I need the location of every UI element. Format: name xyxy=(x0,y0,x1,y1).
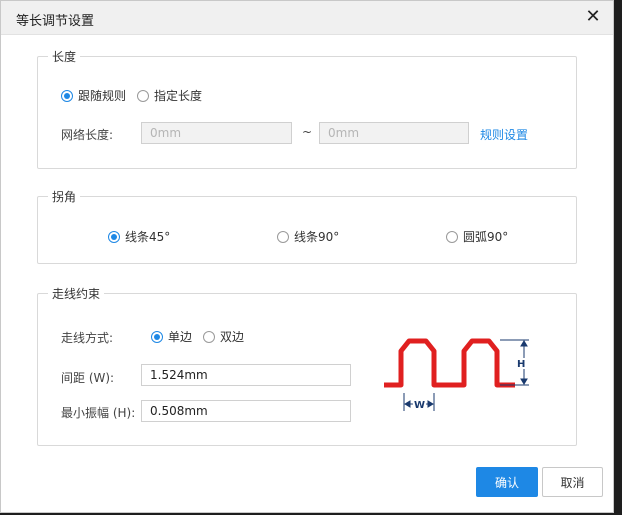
length-group-legend: 长度 xyxy=(52,50,77,64)
dialog-title: 等长调节设置 xyxy=(16,14,95,29)
radio-specify-length-label: 指定长度 xyxy=(154,89,203,103)
serpentine-trace-line xyxy=(384,338,515,388)
radio-follow-rule-label: 跟随规则 xyxy=(78,89,127,103)
gap-input[interactable] xyxy=(141,364,351,386)
routing-mode-label: 走线方式: xyxy=(61,331,114,345)
radio-corner-line-90-label: 线条90° xyxy=(294,230,340,244)
radio-corner-arc-90[interactable]: 圆弧90° xyxy=(446,228,508,245)
radio-double-side[interactable]: 双边 xyxy=(203,328,244,345)
routing-constraint-group-legend: 走线约束 xyxy=(52,287,101,301)
width-dimension-label: W xyxy=(414,400,425,411)
cancel-button[interactable]: 取消 xyxy=(542,467,603,497)
radio-follow-rule[interactable]: 跟随规则 xyxy=(61,87,126,104)
amplitude-label: 最小振幅 (H): xyxy=(61,406,136,420)
corner-group-legend: 拐角 xyxy=(52,190,77,204)
radio-follow-rule-indicator xyxy=(61,89,73,102)
radio-double-side-label: 双边 xyxy=(220,330,245,344)
radio-corner-arc-90-label: 圆弧90° xyxy=(463,230,509,244)
radio-double-side-indicator xyxy=(203,330,215,343)
gap-label: 间距 (W): xyxy=(61,371,115,385)
radio-single-side-label: 单边 xyxy=(168,330,193,344)
radio-corner-line-90-indicator xyxy=(277,230,289,243)
equal-length-settings-dialog: 等长调节设置 ✕ 长度 跟随规则 指定长度 网络长度: ~ 规则设置 拐角 线条… xyxy=(0,0,614,513)
length-range-separator: ~ xyxy=(302,125,313,139)
radio-single-side[interactable]: 单边 xyxy=(151,328,192,345)
radio-corner-line-90[interactable]: 线条90° xyxy=(277,228,339,245)
radio-specify-length-indicator xyxy=(137,89,149,102)
background-app-edge xyxy=(614,0,622,515)
radio-corner-line-45-indicator xyxy=(108,230,120,243)
length-group: 长度 xyxy=(37,48,577,169)
confirm-button[interactable]: 确认 xyxy=(476,467,538,497)
serpentine-trace-diagram: H W xyxy=(384,338,529,413)
rule-settings-link[interactable]: 规则设置 xyxy=(480,126,528,143)
net-length-max-input[interactable] xyxy=(319,122,469,144)
corner-group: 拐角 xyxy=(37,188,577,264)
net-length-min-input[interactable] xyxy=(141,122,292,144)
height-dimension-label: H xyxy=(517,359,525,370)
net-length-label: 网络长度: xyxy=(61,128,114,142)
dialog-titlebar: 等长调节设置 ✕ xyxy=(1,1,613,35)
radio-specify-length[interactable]: 指定长度 xyxy=(137,87,202,104)
radio-corner-line-45-label: 线条45° xyxy=(125,230,171,244)
radio-corner-arc-90-indicator xyxy=(446,230,458,243)
amplitude-input[interactable] xyxy=(141,400,351,422)
radio-single-side-indicator xyxy=(151,330,163,343)
close-icon[interactable]: ✕ xyxy=(583,6,603,28)
radio-corner-line-45[interactable]: 线条45° xyxy=(108,228,170,245)
